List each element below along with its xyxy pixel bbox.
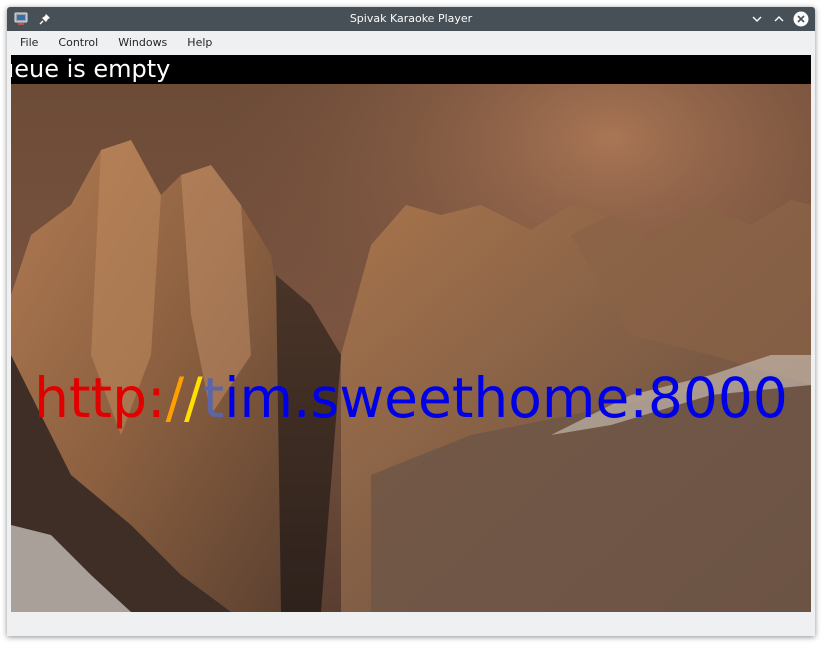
minimize-button[interactable]	[749, 11, 765, 27]
lyrics-highlight-orange: /	[165, 366, 185, 430]
title-bar[interactable]: Spivak Karaoke Player	[7, 7, 815, 31]
video-area[interactable]: ueue is empty http://tim.sweethome:8000	[11, 55, 811, 612]
menu-windows[interactable]: Windows	[108, 31, 177, 55]
menu-bar: File Control Windows Help	[7, 31, 815, 55]
player-window: Spivak Karaoke Player File Control Windo…	[7, 7, 815, 636]
queue-status-bar: ueue is empty	[11, 55, 811, 84]
menu-help[interactable]: Help	[177, 31, 222, 55]
karaoke-lyrics-line: http://tim.sweethome:8000	[11, 363, 811, 433]
queue-status-text: ueue is empty	[11, 55, 171, 83]
lyrics-transition-char: t	[202, 366, 225, 430]
window-title: Spivak Karaoke Player	[349, 12, 473, 25]
chevron-up-icon	[774, 16, 784, 22]
lyrics-highlight-yellow: /	[184, 366, 203, 430]
chevron-down-icon	[752, 16, 762, 22]
lyrics-sung-part: http:	[34, 366, 166, 430]
maximize-button[interactable]	[771, 11, 787, 27]
menu-control[interactable]: Control	[48, 31, 108, 55]
mountain-background	[11, 55, 811, 612]
menu-file[interactable]: File	[7, 31, 48, 55]
lyrics-unsung-part: im.sweethome:8000	[224, 366, 788, 430]
close-icon	[793, 11, 809, 27]
status-bar	[7, 612, 815, 636]
close-button[interactable]	[793, 11, 809, 27]
